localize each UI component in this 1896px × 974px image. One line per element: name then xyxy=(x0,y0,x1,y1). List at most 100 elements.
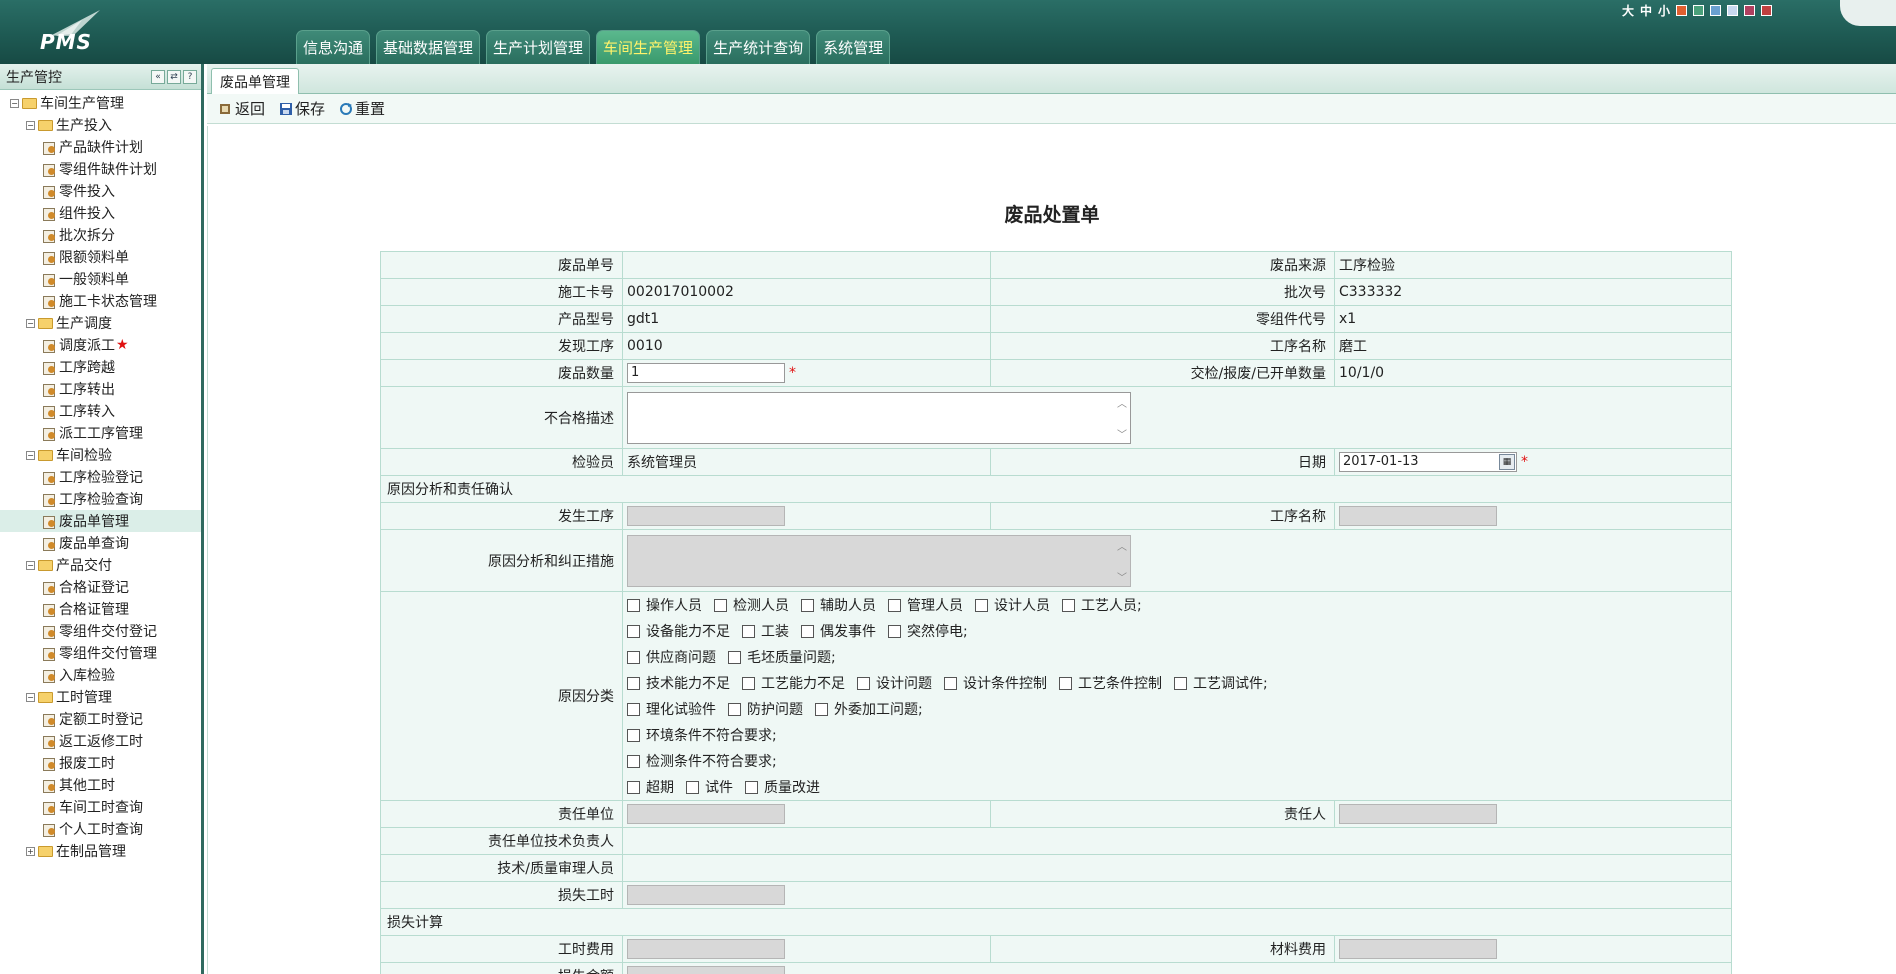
tree-item[interactable]: 产品缺件计划 xyxy=(0,136,201,158)
checkbox-icon[interactable] xyxy=(975,598,988,612)
tree-item[interactable]: 工序转入 xyxy=(0,400,201,422)
reason-checkbox[interactable]: 设备能力不足 xyxy=(627,621,730,641)
reason-checkbox[interactable]: 设计条件控制 xyxy=(944,673,1047,693)
reset-button[interactable]: 重置 xyxy=(339,98,385,119)
reason-checkbox[interactable]: 超期 xyxy=(627,777,674,797)
theme-swatch-green[interactable] xyxy=(1693,5,1705,16)
tree-item[interactable]: 工序跨越 xyxy=(0,356,201,378)
tree-item[interactable]: 返工返修工时 xyxy=(0,730,201,752)
collapse-toggle-icon[interactable]: − xyxy=(26,692,35,702)
reason-checkbox[interactable]: 检测人员 xyxy=(714,595,789,615)
checkbox-icon[interactable] xyxy=(627,780,640,794)
tree-item[interactable]: 入库检验 xyxy=(0,664,201,686)
checkbox-icon[interactable] xyxy=(627,650,640,664)
reason-checkbox[interactable]: 工艺条件控制 xyxy=(1059,673,1162,693)
tree-item[interactable]: 施工卡状态管理 xyxy=(0,290,201,312)
tree-item[interactable]: 工序检验查询 xyxy=(0,488,201,510)
checkbox-icon[interactable] xyxy=(728,702,741,716)
checkbox-icon[interactable] xyxy=(857,676,870,690)
checkbox-icon[interactable] xyxy=(888,624,901,638)
checkbox-icon[interactable] xyxy=(1174,676,1187,690)
tree-folder[interactable]: − 车间检验 xyxy=(0,444,201,466)
tree-item[interactable]: 工序检验登记 xyxy=(0,466,201,488)
save-button[interactable]: 保存 xyxy=(279,98,325,119)
tree-item[interactable]: 零件投入 xyxy=(0,180,201,202)
tree-folder[interactable]: + 在制品管理 xyxy=(0,840,201,862)
reason-checkbox[interactable]: 管理人员 xyxy=(888,595,963,615)
tree-item[interactable]: 工序转出 xyxy=(0,378,201,400)
tree-item[interactable]: 废品单查询 xyxy=(0,532,201,554)
checkbox-icon[interactable] xyxy=(627,754,640,768)
collapse-toggle-icon[interactable]: − xyxy=(26,318,35,328)
tree-item[interactable]: 限额领料单 xyxy=(0,246,201,268)
tree-item[interactable]: 废品单管理 xyxy=(0,510,201,532)
expand-toggle-icon[interactable]: + xyxy=(26,846,35,856)
collapse-icon[interactable]: « xyxy=(151,69,165,84)
font-small-button[interactable]: 小 xyxy=(1658,2,1670,19)
checkbox-icon[interactable] xyxy=(745,780,758,794)
tree-item[interactable]: 组件投入 xyxy=(0,202,201,224)
reason-checkbox[interactable]: 供应商问题 xyxy=(627,647,716,667)
checkbox-icon[interactable] xyxy=(1062,598,1075,612)
theme-swatch-purple[interactable] xyxy=(1744,5,1756,16)
tree-item[interactable]: 车间工时查询 xyxy=(0,796,201,818)
qty-input[interactable]: 1 xyxy=(627,363,785,383)
tree-item[interactable]: 其他工时 xyxy=(0,774,201,796)
checkbox-icon[interactable] xyxy=(742,624,755,638)
collapse-toggle-icon[interactable]: − xyxy=(10,98,19,108)
checkbox-icon[interactable] xyxy=(627,702,640,716)
checkbox-icon[interactable] xyxy=(728,650,741,664)
reason-checkbox[interactable]: 操作人员 xyxy=(627,595,702,615)
reason-checkbox[interactable]: 试件 xyxy=(686,777,733,797)
tree-item[interactable]: 零组件交付登记 xyxy=(0,620,201,642)
theme-swatch-red[interactable] xyxy=(1761,5,1773,16)
reason-checkbox[interactable]: 偶发事件 xyxy=(801,621,876,641)
tree-item[interactable]: 一般领料单 xyxy=(0,268,201,290)
checkbox-icon[interactable] xyxy=(627,676,640,690)
font-large-button[interactable]: 大 xyxy=(1622,2,1634,19)
collapse-toggle-icon[interactable]: − xyxy=(26,560,35,570)
tab-scrap-management[interactable]: 废品单管理 xyxy=(211,68,299,94)
reason-checkbox[interactable]: 毛坯质量问题; xyxy=(728,647,836,667)
nav-tab-info[interactable]: 信息沟通 xyxy=(296,30,371,64)
back-button[interactable]: 返回 xyxy=(219,98,265,119)
reason-checkbox[interactable]: 环境条件不符合要求; xyxy=(627,725,777,745)
nav-tab-basic-data[interactable]: 基础数据管理 xyxy=(376,30,481,64)
reason-checkbox[interactable]: 设计人员 xyxy=(975,595,1050,615)
help-icon[interactable]: ? xyxy=(183,69,197,84)
tree-folder[interactable]: − 工时管理 xyxy=(0,686,201,708)
tree-folder[interactable]: − 车间生产管理 xyxy=(0,92,201,114)
checkbox-icon[interactable] xyxy=(944,676,957,690)
reason-checkbox[interactable]: 技术能力不足 xyxy=(627,673,730,693)
tree-item[interactable]: 定额工时登记 xyxy=(0,708,201,730)
checkbox-icon[interactable] xyxy=(801,598,814,612)
calendar-icon[interactable]: ▦ xyxy=(1499,454,1515,470)
date-input[interactable]: 2017-01-13 ▦ xyxy=(1339,452,1517,472)
nav-tab-plan[interactable]: 生产计划管理 xyxy=(486,30,591,64)
window-controls[interactable] xyxy=(1840,0,1896,26)
theme-swatch-blue[interactable] xyxy=(1710,5,1722,16)
tree-folder[interactable]: − 生产调度 xyxy=(0,312,201,334)
checkbox-icon[interactable] xyxy=(815,702,828,716)
textarea-scrollbar[interactable]: ︿ ﹀ xyxy=(1114,393,1130,443)
tree-item[interactable]: 合格证管理 xyxy=(0,598,201,620)
nav-tab-system[interactable]: 系统管理 xyxy=(816,30,891,64)
checkbox-icon[interactable] xyxy=(888,598,901,612)
nav-tab-statistics[interactable]: 生产统计查询 xyxy=(706,30,811,64)
checkbox-icon[interactable] xyxy=(627,624,640,638)
tree-item[interactable]: 合格证登记 xyxy=(0,576,201,598)
refresh-icon[interactable]: ⇄ xyxy=(167,69,181,84)
reason-checkbox[interactable]: 防护问题 xyxy=(728,699,803,719)
checkbox-icon[interactable] xyxy=(801,624,814,638)
tree-folder[interactable]: − 产品交付 xyxy=(0,554,201,576)
checkbox-icon[interactable] xyxy=(627,598,640,612)
checkbox-icon[interactable] xyxy=(686,780,699,794)
collapse-toggle-icon[interactable]: − xyxy=(26,120,35,130)
tree-item[interactable]: 报废工时 xyxy=(0,752,201,774)
tree-item[interactable]: 派工工序管理 xyxy=(0,422,201,444)
tree-item[interactable]: 调度派工 ★ xyxy=(0,334,201,356)
reason-checkbox[interactable]: 辅助人员 xyxy=(801,595,876,615)
tree-item[interactable]: 零组件缺件计划 xyxy=(0,158,201,180)
checkbox-icon[interactable] xyxy=(742,676,755,690)
tree-item[interactable]: 个人工时查询 xyxy=(0,818,201,840)
